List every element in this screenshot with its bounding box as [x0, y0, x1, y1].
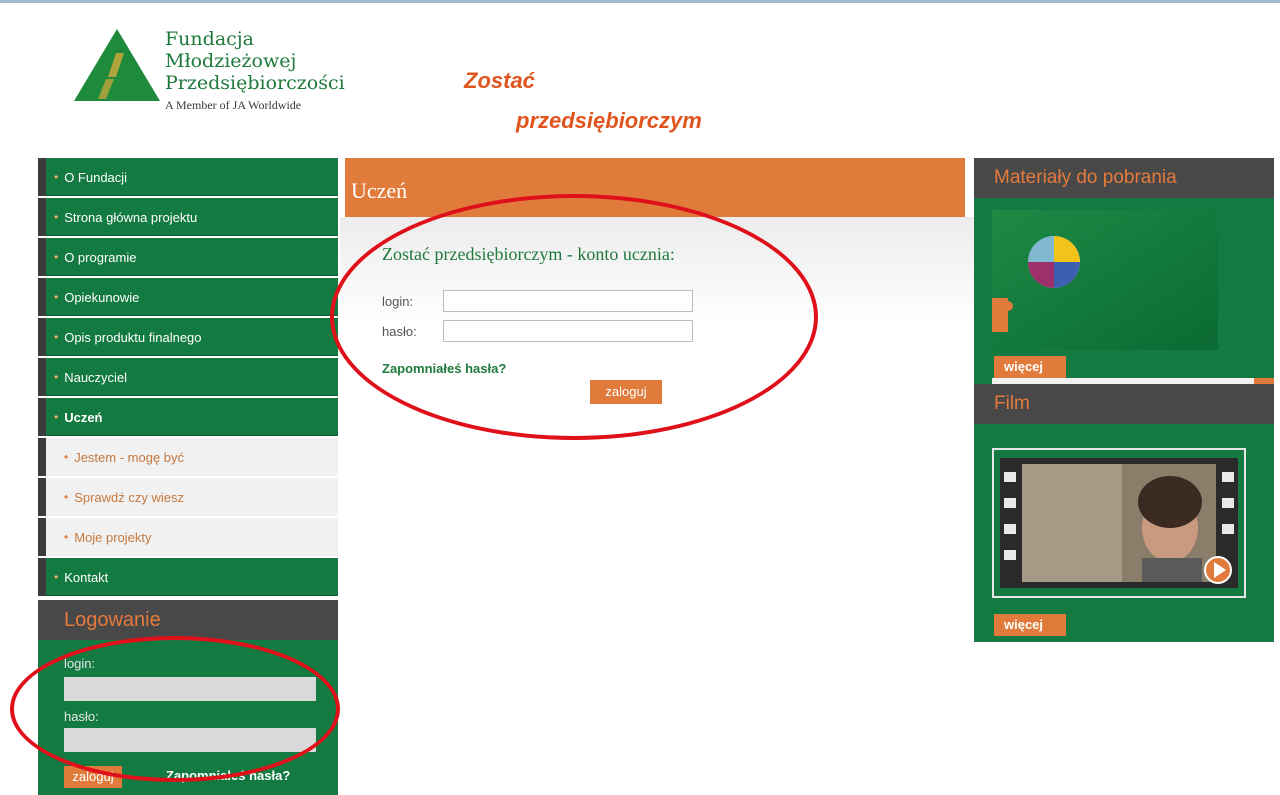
tagline-line-1: Zostać — [464, 68, 535, 93]
sidebar-subitem-moje-projekty[interactable]: • Moje projekty — [38, 518, 338, 556]
bullet-icon: • — [54, 330, 59, 344]
bullet-icon: • — [64, 450, 69, 464]
divider — [992, 378, 1274, 384]
downloads-title: Materiały do pobrania — [974, 158, 1274, 198]
sidebar-item-strona-glowna[interactable]: • Strona główna projektu — [38, 198, 338, 236]
page-title: Uczeń — [351, 178, 408, 203]
bullet-icon: • — [64, 490, 69, 504]
logo-text: Fundacja Młodzieżowej Przedsiębiorczości… — [165, 28, 345, 116]
film-more-button[interactable]: więcej — [994, 614, 1066, 636]
annotation-ellipse-main-login — [330, 194, 818, 440]
sidebar-item-label: Uczeń — [64, 409, 103, 425]
bullet-icon: • — [54, 250, 59, 264]
bullet-icon: • — [54, 570, 59, 584]
logo-member-text: A Member of JA Worldwide — [165, 98, 302, 112]
sidebar-item-uczen[interactable]: • Uczeń — [38, 398, 338, 436]
annotation-ellipse-sidebar-login — [10, 636, 340, 782]
downloads-more-button[interactable]: więcej — [994, 356, 1066, 378]
bullet-icon: • — [54, 410, 59, 424]
video-thumbnail-icon[interactable] — [1000, 458, 1238, 588]
logo-line: Przedsiębiorczości — [165, 72, 345, 94]
sidebar-item-label: Opis produktu finalnego — [64, 329, 202, 345]
sidebar-subitem-sprawdz[interactable]: • Sprawdź czy wiesz — [38, 478, 338, 516]
sidebar-item-label: O Fundacji — [64, 169, 128, 185]
sidebar-subitem-label: Jestem - mogę być — [74, 449, 185, 465]
bullet-icon: • — [54, 170, 59, 184]
sidebar-item-o-programie[interactable]: • O programie — [38, 238, 338, 276]
logo-line: Młodzieżowej — [165, 50, 297, 72]
puzzle-image-icon[interactable] — [992, 210, 1218, 350]
film-title: Film — [974, 384, 1274, 424]
top-border — [0, 0, 1280, 3]
sidebar-subitem-label: Sprawdź czy wiesz — [74, 489, 185, 505]
logo-line: Fundacja — [165, 28, 255, 50]
login-box-title: Logowanie — [38, 600, 338, 640]
sidebar-nav: • O Fundacji • Strona główna projektu • O p… — [38, 158, 338, 598]
sidebar-item-label: Strona główna projektu — [64, 209, 198, 225]
bullet-icon: • — [54, 370, 59, 384]
bullet-icon: • — [64, 530, 69, 544]
sidebar-item-opis-produktu[interactable]: • Opis produktu finalnego — [38, 318, 338, 356]
sidebar-item-nauczyciel[interactable]: • Nauczyciel — [38, 358, 338, 396]
sidebar-item-o-fundacji[interactable]: • O Fundacji — [38, 158, 338, 196]
film-panel: więcej — [974, 424, 1274, 642]
sidebar-item-label: Kontakt — [64, 569, 109, 585]
bullet-icon: • — [54, 290, 59, 304]
foundation-logo-icon[interactable] — [72, 27, 162, 103]
right-column: Materiały do pobrania więcej Film więcej — [974, 158, 1274, 642]
sidebar-subitem-label: Moje projekty — [74, 529, 152, 545]
downloads-panel: więcej — [974, 198, 1274, 384]
sidebar-item-kontakt[interactable]: • Kontakt — [38, 558, 338, 596]
sidebar-item-label: Nauczyciel — [64, 369, 128, 385]
sidebar-item-label: Opiekunowie — [64, 289, 140, 305]
sidebar-item-opiekunowie[interactable]: • Opiekunowie — [38, 278, 338, 316]
bullet-icon: • — [54, 210, 59, 224]
tagline-line-2: przedsiębiorczym — [516, 108, 702, 133]
sidebar-item-label: O programie — [64, 249, 137, 265]
sidebar-subitem-jestem[interactable]: • Jestem - mogę być — [38, 438, 338, 476]
